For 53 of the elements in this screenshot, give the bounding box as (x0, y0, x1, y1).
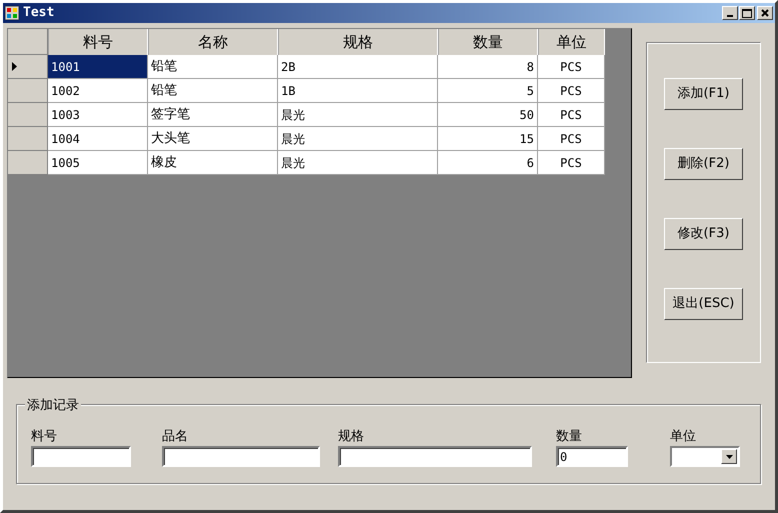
table-cell: 1001 (48, 55, 148, 79)
table-cell: 签字笔 (148, 103, 278, 127)
input-field[interactable] (31, 446, 131, 467)
table-cell: PCS (538, 151, 605, 175)
column-header[interactable]: 料号 (48, 29, 148, 55)
table-cell: PCS (538, 127, 605, 151)
column-header[interactable]: 数量 (438, 29, 538, 55)
maximize-button[interactable] (739, 6, 755, 20)
table-cell: 铅笔 (148, 55, 278, 79)
close-button[interactable] (757, 6, 773, 20)
dropdown-field[interactable] (670, 446, 740, 467)
column-header[interactable]: 规格 (278, 29, 438, 55)
action-button[interactable]: 删除(F2) (664, 148, 743, 180)
table-cell: PCS (538, 103, 605, 127)
field-label: 规格 (338, 428, 365, 446)
table-cell: 晨光 (278, 103, 438, 127)
minimize-button[interactable] (722, 6, 738, 20)
input-field[interactable] (162, 446, 320, 467)
table-cell: 1004 (48, 127, 148, 151)
table-cell: 50 (438, 103, 538, 127)
table-cell: 1003 (48, 103, 148, 127)
table-cell: 大头笔 (148, 127, 278, 151)
table-cell: 铅笔 (148, 79, 278, 103)
input-field[interactable] (338, 446, 532, 467)
table-cell: PCS (538, 79, 605, 103)
app-icon (5, 6, 19, 20)
row-header[interactable] (8, 55, 48, 79)
table-cell: 1002 (48, 79, 148, 103)
action-button[interactable]: 退出(ESC) (664, 288, 743, 320)
field-label: 单位 (670, 428, 697, 446)
table-cell: 15 (438, 127, 538, 151)
table-cell: 晨光 (278, 151, 438, 175)
table-cell: 5 (438, 79, 538, 103)
table-cell: PCS (538, 55, 605, 79)
current-row-icon (12, 62, 17, 71)
table-cell: 1005 (48, 151, 148, 175)
table-cell: 8 (438, 55, 538, 79)
column-header[interactable]: 名称 (148, 29, 278, 55)
table-cell: 2B (278, 55, 438, 79)
table-cell: 6 (438, 151, 538, 175)
close-icon (761, 9, 769, 17)
maximize-icon (742, 8, 752, 18)
action-button[interactable]: 修改(F3) (664, 218, 743, 250)
table-cell: 1B (278, 79, 438, 103)
column-header[interactable]: 单位 (538, 29, 605, 55)
input-field[interactable]: 0 (556, 446, 628, 467)
field-label: 料号 (31, 428, 58, 446)
table-cell: 晨光 (278, 127, 438, 151)
field-label: 数量 (556, 428, 583, 446)
field-label: 品名 (162, 428, 189, 446)
window-title: Test (23, 4, 54, 22)
action-button[interactable]: 添加(F1) (664, 78, 743, 110)
table-cell: 橡皮 (148, 151, 278, 175)
